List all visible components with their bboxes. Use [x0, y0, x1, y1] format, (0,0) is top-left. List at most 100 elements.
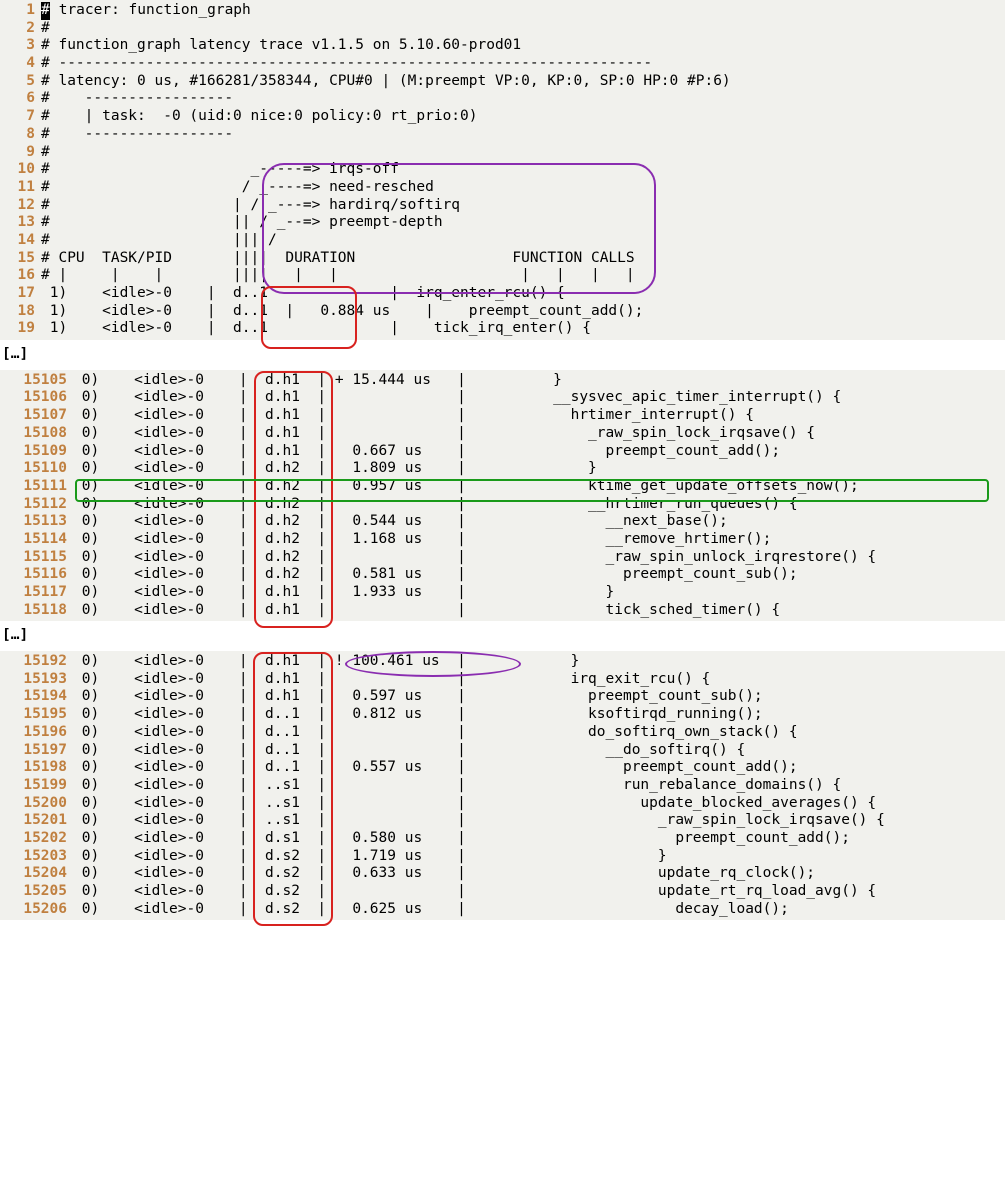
- line-number: 15117: [3, 584, 73, 602]
- line-number: 7: [3, 108, 41, 126]
- line-content: 0) <idle>-0 | d.h2 | 0.544 us | __next_b…: [73, 513, 1005, 531]
- line-content: 0) <idle>-0 | d.h1 | | _raw_spin_lock_ir…: [73, 425, 1005, 443]
- line-content: 0) <idle>-0 | d.s2 | 0.625 us | decay_lo…: [73, 901, 1005, 919]
- line-number: 2: [3, 20, 41, 38]
- trace-line: 15206 0) <idle>-0 | d.s2 | 0.625 us | de…: [3, 901, 1005, 919]
- line-number: 14: [3, 232, 41, 250]
- line-content: 0) <idle>-0 | d.s2 | 1.719 us | }: [73, 848, 1005, 866]
- trace-line: 8# -----------------: [3, 126, 1005, 144]
- line-content: #: [41, 20, 1005, 38]
- line-number: 15111: [3, 478, 73, 496]
- line-content: # | / _---=> hardirq/softirq: [41, 197, 1005, 215]
- line-number: 3: [3, 37, 41, 55]
- line-number: 15200: [3, 795, 73, 813]
- line-number: 15114: [3, 531, 73, 549]
- line-number: 15: [3, 250, 41, 268]
- line-number: 15198: [3, 759, 73, 777]
- trace-line: 15201 0) <idle>-0 | ..s1 | | _raw_spin_l…: [3, 812, 1005, 830]
- line-number: 15194: [3, 688, 73, 706]
- trace-line: 15198 0) <idle>-0 | d..1 | 0.557 us | pr…: [3, 759, 1005, 777]
- trace-line: 1# tracer: function_graph: [3, 2, 1005, 20]
- trace-line: 15202 0) <idle>-0 | d.s1 | 0.580 us | pr…: [3, 830, 1005, 848]
- trace-line: 15118 0) <idle>-0 | d.h1 | | tick_sched_…: [3, 602, 1005, 620]
- line-number: 11: [3, 179, 41, 197]
- line-content: 0) <idle>-0 | d.s2 | 0.633 us | update_r…: [73, 865, 1005, 883]
- line-content: # / _----=> need-resched: [41, 179, 1005, 197]
- line-content: 0) <idle>-0 | d.h2 | 1.809 us | }: [73, 460, 1005, 478]
- line-number: 5: [3, 73, 41, 91]
- trace-line: 15117 0) <idle>-0 | d.h1 | 1.933 us | }: [3, 584, 1005, 602]
- line-content: # latency: 0 us, #166281/358344, CPU#0 |…: [41, 73, 1005, 91]
- line-number: 6: [3, 90, 41, 108]
- trace-line: 15110 0) <idle>-0 | d.h2 | 1.809 us | }: [3, 460, 1005, 478]
- line-content: 0) <idle>-0 | d.h1 | 0.667 us | preempt_…: [73, 443, 1005, 461]
- trace-line: 12# | / _---=> hardirq/softirq: [3, 197, 1005, 215]
- trace-line: 10# _-----=> irqs-off: [3, 161, 1005, 179]
- trace-line: 15195 0) <idle>-0 | d..1 | 0.812 us | ks…: [3, 706, 1005, 724]
- ellipsis-2: […]: [2, 627, 1003, 645]
- line-content: # || / _--=> preempt-depth: [41, 214, 1005, 232]
- trace-line: 15200 0) <idle>-0 | ..s1 | | update_bloc…: [3, 795, 1005, 813]
- line-content: 0) <idle>-0 | ..s1 | | _raw_spin_lock_ir…: [73, 812, 1005, 830]
- line-number: 9: [3, 144, 41, 162]
- trace-line: 15111 0) <idle>-0 | d.h2 | 0.957 us | kt…: [3, 478, 1005, 496]
- trace-line: 15107 0) <idle>-0 | d.h1 | | hrtimer_int…: [3, 407, 1005, 425]
- line-content: 0) <idle>-0 | d.h1 | 0.597 us | preempt_…: [73, 688, 1005, 706]
- line-content: # CPU TASK/PID |||| DURATION FUNCTION CA…: [41, 250, 1005, 268]
- line-number: 18: [3, 303, 41, 321]
- trace-line: 15# CPU TASK/PID |||| DURATION FUNCTION …: [3, 250, 1005, 268]
- line-number: 13: [3, 214, 41, 232]
- trace-line: 15199 0) <idle>-0 | ..s1 | | run_rebalan…: [3, 777, 1005, 795]
- line-content: # --------------------------------------…: [41, 55, 1005, 73]
- line-content: 0) <idle>-0 | d.h1 | | __sysvec_apic_tim…: [73, 389, 1005, 407]
- line-content: 0) <idle>-0 | ..s1 | | run_rebalance_dom…: [73, 777, 1005, 795]
- trace-line: 15105 0) <idle>-0 | d.h1 | + 15.444 us |…: [3, 372, 1005, 390]
- trace-line: 3# function_graph latency trace v1.1.5 o…: [3, 37, 1005, 55]
- trace-line: 15193 0) <idle>-0 | d.h1 | | irq_exit_rc…: [3, 671, 1005, 689]
- line-content: 0) <idle>-0 | d.h2 | | __hrtimer_run_que…: [73, 496, 1005, 514]
- line-number: 15110: [3, 460, 73, 478]
- line-number: 15112: [3, 496, 73, 514]
- line-number: 12: [3, 197, 41, 215]
- line-number: 15109: [3, 443, 73, 461]
- line-content: #: [41, 144, 1005, 162]
- trace-line: 15194 0) <idle>-0 | d.h1 | 0.597 us | pr…: [3, 688, 1005, 706]
- line-number: 15106: [3, 389, 73, 407]
- trace-line: 14# ||| /: [3, 232, 1005, 250]
- line-number: 15199: [3, 777, 73, 795]
- line-number: 4: [3, 55, 41, 73]
- trace-line: 15106 0) <idle>-0 | d.h1 | | __sysvec_ap…: [3, 389, 1005, 407]
- line-number: 15197: [3, 742, 73, 760]
- trace-line: 15197 0) <idle>-0 | d..1 | | __do_softir…: [3, 742, 1005, 760]
- line-content: # _-----=> irqs-off: [41, 161, 1005, 179]
- line-number: 15193: [3, 671, 73, 689]
- trace-line: 15204 0) <idle>-0 | d.s2 | 0.633 us | up…: [3, 865, 1005, 883]
- line-number: 15196: [3, 724, 73, 742]
- line-number: 15201: [3, 812, 73, 830]
- line-number: 15192: [3, 653, 73, 671]
- page: 1# tracer: function_graph2#3# function_g…: [0, 0, 1005, 920]
- trace-line: 15112 0) <idle>-0 | d.h2 | | __hrtimer_r…: [3, 496, 1005, 514]
- line-number: 15195: [3, 706, 73, 724]
- line-content: 0) <idle>-0 | d..1 | 0.557 us | preempt_…: [73, 759, 1005, 777]
- trace-line: 2#: [3, 20, 1005, 38]
- line-content: # function_graph latency trace v1.1.5 on…: [41, 37, 1005, 55]
- line-number: 15205: [3, 883, 73, 901]
- line-number: 15204: [3, 865, 73, 883]
- cursor: #: [41, 2, 50, 20]
- line-content: 0) <idle>-0 | d..1 | 0.812 us | ksoftirq…: [73, 706, 1005, 724]
- trace-line: 15205 0) <idle>-0 | d.s2 | | update_rt_r…: [3, 883, 1005, 901]
- line-content: 0) <idle>-0 | d.h1 | 1.933 us | }: [73, 584, 1005, 602]
- line-content: 0) <idle>-0 | d..1 | | __do_softirq() {: [73, 742, 1005, 760]
- line-content: # tracer: function_graph: [41, 2, 1005, 20]
- trace-line: 15116 0) <idle>-0 | d.h2 | 0.581 us | pr…: [3, 566, 1005, 584]
- line-number: 15206: [3, 901, 73, 919]
- line-content: 0) <idle>-0 | d.s2 | | update_rt_rq_load…: [73, 883, 1005, 901]
- trace-line: 19 1) <idle>-0 | d..1 | tick_irq_enter()…: [3, 320, 1005, 338]
- trace-line: 15196 0) <idle>-0 | d..1 | | do_softirq_…: [3, 724, 1005, 742]
- line-number: 16: [3, 267, 41, 285]
- line-content: 0) <idle>-0 | d.h1 | + 15.444 us | }: [73, 372, 1005, 390]
- line-content: # -----------------: [41, 126, 1005, 144]
- line-content: # -----------------: [41, 90, 1005, 108]
- trace-line: 15114 0) <idle>-0 | d.h2 | 1.168 us | __…: [3, 531, 1005, 549]
